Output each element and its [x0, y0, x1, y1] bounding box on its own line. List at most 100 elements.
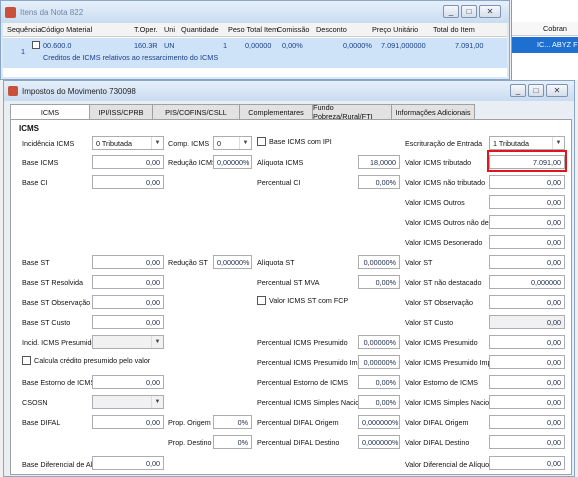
col-desconto[interactable]: Desconto — [316, 25, 347, 34]
close-icon[interactable]: ✕ — [546, 84, 568, 97]
valor-st-field[interactable]: 0,00 — [489, 255, 565, 269]
row-checkbox[interactable] — [32, 41, 40, 49]
col-codigo[interactable]: Código Material — [41, 25, 92, 34]
pct-difal-origem-field[interactable]: 0,000000% — [358, 415, 400, 429]
pct-simples-field[interactable]: 0,00% — [358, 395, 400, 409]
base-icms-field[interactable]: 0,00 — [92, 155, 164, 169]
col-toper[interactable]: T.Oper. — [134, 25, 158, 34]
prop-origem-field[interactable]: 0% — [213, 415, 252, 429]
valor-nao-tributado-label: Valor ICMS não tributado — [405, 178, 486, 187]
base-st-custo-field[interactable]: 0,00 — [92, 315, 164, 329]
base-difal-field[interactable]: 0,00 — [92, 415, 164, 429]
tab-icms[interactable]: ICMS — [10, 104, 90, 120]
valor-difal-origem-field[interactable]: 0,00 — [489, 415, 565, 429]
app-icon — [5, 6, 16, 18]
valor-presumido-imp-field[interactable]: 0,00 — [489, 355, 565, 369]
col-total[interactable]: Total do Item — [433, 25, 475, 34]
pct-difal-destino-label: Percentual DIFAL Destino — [257, 438, 340, 447]
escrituracao-select[interactable]: 1 Tributada ▼ — [489, 136, 565, 150]
calcula-credito-checkbox[interactable]: Calcula crédito presumido pelo valor — [22, 356, 150, 365]
chevron-down-icon[interactable]: ▼ — [552, 137, 564, 149]
chevron-down-icon[interactable]: ▼ — [239, 137, 251, 149]
valor-tributado-label: Valor ICMS tributado — [405, 158, 472, 167]
row-uni: UN — [164, 41, 175, 50]
aliquota-st-field[interactable]: 0,00000% — [358, 255, 400, 269]
valor-dif-aliquota-field[interactable]: 0,00 — [489, 456, 565, 470]
incid-presumido-label: Incid. ICMS Presumido — [22, 338, 96, 347]
col-quantidade[interactable]: Quantidade — [181, 25, 219, 34]
col-preco[interactable]: Preço Unitário — [372, 25, 418, 34]
pct-estorno-field[interactable]: 0,00% — [358, 375, 400, 389]
chevron-down-icon[interactable]: ▼ — [151, 336, 163, 348]
valor-estorno-field[interactable]: 0,00 — [489, 375, 565, 389]
percentual-ci-field[interactable]: 0,00% — [358, 175, 400, 189]
pct-difal-destino-field[interactable]: 0,000000% — [358, 435, 400, 449]
pct-presumido-field[interactable]: 0,00000% — [358, 335, 400, 349]
valor-icms-st-fcp-checkbox[interactable]: Valor ICMS ST com FCP — [257, 296, 348, 305]
base-st-obs-field[interactable]: 0,00 — [92, 295, 164, 309]
base-estorno-field[interactable]: 0,00 — [92, 375, 164, 389]
chevron-down-icon[interactable]: ▼ — [151, 396, 163, 408]
reducao-st-field[interactable]: 0,00000% — [213, 255, 252, 269]
valor-nao-tributado-field[interactable]: 0,00 — [489, 175, 565, 189]
incidencia-select[interactable]: 0 Tributada ▼ — [92, 136, 164, 150]
minimize-icon[interactable]: _ — [443, 5, 459, 18]
percentual-st-mva-field[interactable]: 0,00% — [358, 275, 400, 289]
incid-presumido-select[interactable]: ▼ — [92, 335, 164, 349]
percentual-st-mva-label: Percentual ST MVA — [257, 278, 320, 287]
pct-presumido-imp-field[interactable]: 0,00000% — [358, 355, 400, 369]
chevron-down-icon[interactable]: ▼ — [151, 137, 163, 149]
valor-st-nao-dest-field[interactable]: 0,000000 — [489, 275, 565, 289]
checkbox-box[interactable] — [257, 137, 266, 146]
col-uni[interactable]: Uni — [164, 25, 175, 34]
valor-presumido-field[interactable]: 0,00 — [489, 335, 565, 349]
aliquota-icms-field[interactable]: 18,0000 — [358, 155, 400, 169]
pct-presumido-label: Percentual ICMS Presumido — [257, 338, 348, 347]
minimize-icon[interactable]: _ — [510, 84, 526, 97]
col-peso[interactable]: Peso Total Item — [228, 25, 278, 34]
row-preco: 7.091,000000 — [381, 41, 426, 50]
maximize-icon[interactable]: □ — [528, 84, 544, 97]
tab-pis-cofins-csll[interactable]: PIS/COFINS/CSLL — [152, 104, 240, 119]
right-grid: Cobran IC... ABYZ F — [511, 0, 578, 80]
right-grid-header[interactable]: Cobran — [512, 22, 578, 36]
valor-outros-nao-dest-label: Valor ICMS Outros não dest. — [405, 218, 497, 227]
tab-ipi-iss-cprb[interactable]: IPI/ISS/CPRB — [89, 104, 153, 119]
close-icon[interactable]: ✕ — [479, 5, 501, 18]
valor-icms-st-fcp-label: Valor ICMS ST com FCP — [269, 296, 349, 305]
valor-st-custo-field[interactable]: 0,00 — [489, 315, 565, 329]
tab-informacoes-adicionais[interactable]: Informações Adicionais — [391, 104, 475, 119]
reducao-icms-field[interactable]: 0,00000% — [213, 155, 252, 169]
base-dif-aliq-field[interactable]: 0,00 — [92, 456, 164, 470]
base-ci-field[interactable]: 0,00 — [92, 175, 164, 189]
valor-st-label: Valor ST — [405, 258, 433, 267]
col-sequencia[interactable]: Sequência — [7, 25, 42, 34]
tab-fundo-pobreza[interactable]: Fundo Pobreza/Rural/FTI — [312, 103, 392, 121]
csosn-select[interactable]: ▼ — [92, 395, 164, 409]
base-st-field[interactable]: 0,00 — [92, 255, 164, 269]
valor-difal-destino-field[interactable]: 0,00 — [489, 435, 565, 449]
valor-simples-field[interactable]: 0,00 — [489, 395, 565, 409]
valor-outros-field[interactable]: 0,00 — [489, 195, 565, 209]
base-icms-ipi-checkbox[interactable]: Base ICMS com IPI — [257, 137, 332, 146]
table-row[interactable]: 1 00.600.0 Creditos de ICMS relativos ao… — [3, 38, 507, 68]
tab-bar: ICMS IPI/ISS/CPRB PIS/COFINS/CSLL Comple… — [10, 103, 475, 121]
tab-complementares[interactable]: Complementares — [239, 104, 313, 119]
checkbox-box[interactable] — [22, 356, 31, 365]
items-window-titlebar: Itens da Nota 822 — [1, 1, 509, 23]
base-icms-ipi-label: Base ICMS com IPI — [269, 137, 332, 146]
valor-desonerado-field[interactable]: 0,00 — [489, 235, 565, 249]
col-comissao[interactable]: Comissão — [277, 25, 309, 34]
valor-dif-aliquota-label: Valor Diferencial de Alíquota — [405, 460, 496, 469]
comp-icms-select[interactable]: 0 ▼ — [213, 136, 252, 150]
valor-outros-nao-dest-field[interactable]: 0,00 — [489, 215, 565, 229]
prop-origem-label: Prop. Origem — [168, 418, 211, 427]
items-window: Itens da Nota 822 _ □ ✕ Sequência Código… — [0, 0, 510, 80]
base-st-resolvida-field[interactable]: 0,00 — [92, 275, 164, 289]
section-title: ICMS — [19, 124, 39, 133]
prop-destino-field[interactable]: 0% — [213, 435, 252, 449]
valor-st-obs-field[interactable]: 0,00 — [489, 295, 565, 309]
checkbox-box[interactable] — [257, 296, 266, 305]
right-grid-selected-row[interactable]: IC... ABYZ F — [512, 37, 578, 53]
maximize-icon[interactable]: □ — [461, 5, 477, 18]
